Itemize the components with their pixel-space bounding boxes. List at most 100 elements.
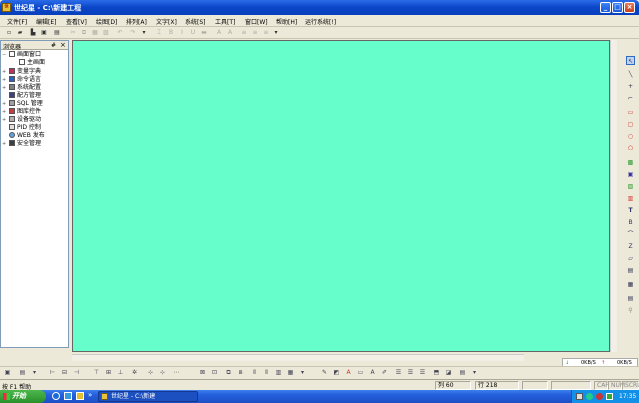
arc-tool-icon[interactable]: ⌒	[626, 230, 635, 239]
tree-item-recipe-management[interactable]: 配方管理	[9, 92, 41, 100]
bold-icon[interactable]: B	[167, 29, 175, 37]
tree-item-device-driver[interactable]: 设备驱动	[9, 116, 41, 124]
minimize-button[interactable]: _	[600, 2, 611, 13]
align-dropdown-icon[interactable]: ▾	[272, 29, 280, 37]
menu-arrange[interactable]: 排列[A]	[126, 17, 147, 26]
font-icon[interactable]: ⌶	[155, 29, 163, 37]
label-tool-icon[interactable]: B	[626, 218, 635, 227]
align-top-icon[interactable]: ⊤	[92, 369, 101, 377]
line-style-icon[interactable]: ☰	[394, 369, 403, 377]
ungroup-icon[interactable]: ⊹	[158, 369, 167, 377]
desktop-icon[interactable]	[64, 392, 72, 400]
trend-tool-icon[interactable]: ▱	[626, 254, 635, 263]
select-tool-icon[interactable]: ↖	[626, 56, 635, 65]
tree-item-variable-dictionary[interactable]: 变量字典	[9, 68, 41, 76]
tree-item-security[interactable]: 安全管理	[9, 140, 41, 148]
view-mode-icon[interactable]: ▣	[3, 369, 12, 377]
eyedropper-icon[interactable]: ✐	[380, 369, 389, 377]
save-icon[interactable]: ▣	[40, 29, 48, 37]
pin-icon[interactable]: #	[51, 42, 56, 49]
open-folder-icon[interactable]: ▙	[29, 29, 37, 37]
menu-system[interactable]: 系统[S]	[185, 17, 206, 26]
polygon-tool-icon[interactable]: ⬠	[626, 144, 635, 153]
menu-tools[interactable]: 工具[T]	[215, 17, 235, 26]
close-button[interactable]: ×	[624, 2, 635, 13]
center-icon[interactable]: ✲	[130, 369, 139, 377]
align-middle-icon[interactable]: ⊞	[104, 369, 113, 377]
underline-icon[interactable]: U	[189, 29, 197, 37]
menu-edit[interactable]: 编辑[E]	[36, 17, 56, 26]
align-center-icon[interactable]: ≡	[251, 29, 259, 37]
tree-item-main-screen[interactable]: 主画面	[19, 59, 45, 67]
button-tool-icon[interactable]: ▥	[626, 194, 635, 203]
vertical-scrollbar[interactable]	[610, 40, 617, 352]
tree-item-pid-control[interactable]: PID 控制	[9, 124, 41, 132]
align-left-edge-icon[interactable]: ⊢	[48, 369, 57, 377]
clock[interactable]: 17:35	[619, 393, 636, 400]
pipe-tool-icon[interactable]: Z	[626, 242, 635, 251]
line-width-icon[interactable]: ☰	[406, 369, 415, 377]
expand-icon[interactable]: +	[2, 109, 6, 115]
menu-help[interactable]: 帮助[H]	[276, 17, 297, 26]
print-icon[interactable]: ▤	[53, 29, 61, 37]
rounded-rect-tool-icon[interactable]: ▢	[626, 120, 635, 129]
bitmap-tool-icon[interactable]: ▣	[626, 170, 635, 179]
text-color-icon[interactable]: A	[368, 369, 377, 377]
align-right-edge-icon[interactable]: ⊣	[72, 369, 81, 377]
quicklaunch-more-icon[interactable]: »	[88, 391, 92, 399]
maximize-button[interactable]: □	[612, 2, 623, 13]
align-right-icon[interactable]: ≡	[262, 29, 270, 37]
tree-item-screen-window[interactable]: 画面窗口	[9, 51, 41, 59]
layout-dropdown-icon[interactable]: ▾	[298, 369, 307, 377]
shadow-icon[interactable]: ◪	[444, 369, 453, 377]
space-v-icon[interactable]: ⫴	[262, 369, 271, 377]
table-icon[interactable]: ▦	[286, 369, 295, 377]
align-left-icon[interactable]: ≡	[240, 29, 248, 37]
picture-tool-icon[interactable]: ▨	[626, 182, 635, 191]
control-tool-icon[interactable]: ⚲	[626, 306, 635, 315]
redo-dropdown-icon[interactable]: ▾	[140, 29, 148, 37]
font-color-icon[interactable]: A	[344, 369, 353, 377]
front-icon[interactable]: ⧉	[224, 369, 233, 377]
italic-icon[interactable]: I	[178, 29, 186, 37]
tray-icon[interactable]	[586, 393, 593, 400]
tree-item-web-publish[interactable]: WEB 发布	[9, 132, 45, 140]
line-end-icon[interactable]: ☰	[418, 369, 427, 377]
layer-dropdown-icon[interactable]: ▾	[470, 369, 479, 377]
align-bottom-icon[interactable]: ⊥	[116, 369, 125, 377]
hv-line-tool-icon[interactable]: +	[626, 82, 635, 91]
report-tool-icon[interactable]: ▤	[626, 294, 635, 303]
rotate-icon[interactable]: ⋯	[172, 369, 181, 377]
horizontal-scrollbar[interactable]	[72, 354, 524, 361]
space-h-icon[interactable]: ⫴	[250, 369, 259, 377]
grid-dropdown-icon[interactable]: ▾	[30, 369, 39, 377]
image-tool-icon[interactable]: ▩	[626, 158, 635, 167]
pattern-icon[interactable]: ⬒	[432, 369, 441, 377]
same-width-icon[interactable]: ⊠	[198, 369, 207, 377]
pen-icon[interactable]: ✎	[320, 369, 329, 377]
text-tool-icon[interactable]: T	[626, 206, 635, 215]
collapse-icon[interactable]: −	[2, 52, 6, 58]
same-height-icon[interactable]: ⊡	[210, 369, 219, 377]
menu-draw[interactable]: 绘图[D]	[96, 17, 117, 26]
folder-icon[interactable]	[76, 392, 84, 400]
redo-icon[interactable]: ↷	[129, 29, 137, 37]
fill-icon[interactable]: ◩	[332, 369, 341, 377]
tree-item-graphics-library[interactable]: 图库控件	[9, 108, 41, 116]
expand-icon[interactable]: +	[2, 77, 6, 83]
menu-view[interactable]: 查看[V]	[66, 17, 87, 26]
expand-icon[interactable]: +	[2, 69, 6, 75]
superscript-icon[interactable]: A	[215, 29, 223, 37]
expand-icon[interactable]: +	[2, 117, 6, 123]
delete-icon[interactable]: ▧	[102, 29, 110, 37]
layer-icon[interactable]: ▤	[458, 369, 467, 377]
expand-icon[interactable]: +	[2, 85, 6, 91]
taskbar-app-button[interactable]: 世纪星 - C:\新建	[98, 391, 198, 402]
shield-icon[interactable]	[606, 393, 613, 400]
open-file-icon[interactable]: ▰	[16, 29, 24, 37]
tray-icon[interactable]	[596, 393, 603, 400]
ellipse-tool-icon[interactable]: ○	[626, 132, 635, 141]
ie-icon[interactable]	[52, 392, 60, 400]
cut-icon[interactable]: ✂	[69, 29, 77, 37]
panel-close-icon[interactable]: ×	[60, 41, 66, 49]
